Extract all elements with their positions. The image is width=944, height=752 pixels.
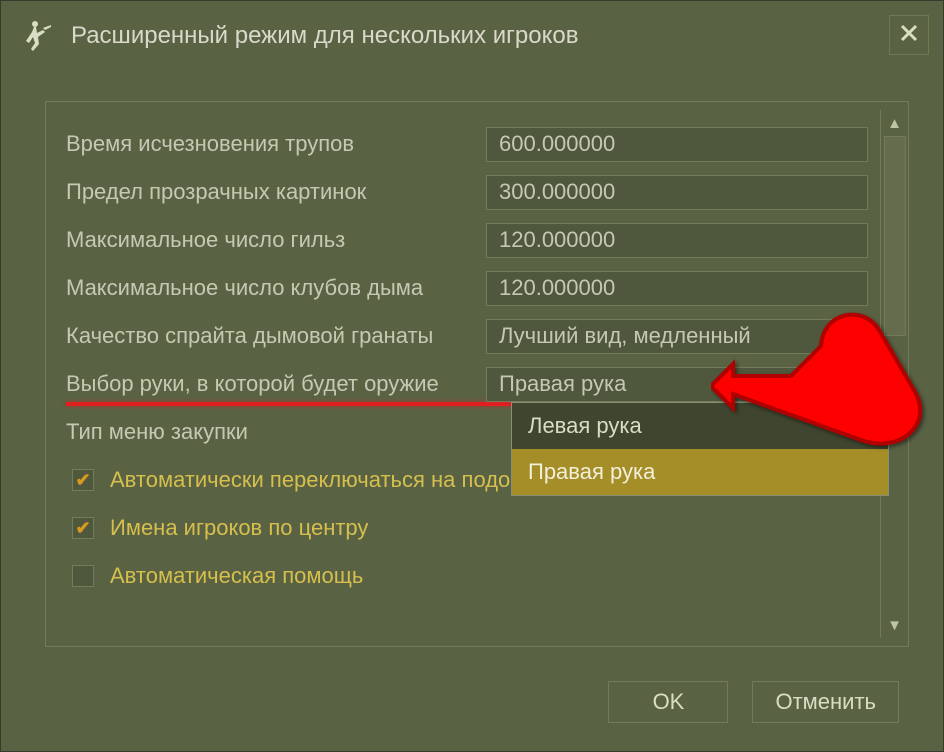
- app-icon: [21, 19, 55, 53]
- option-input[interactable]: 120.000000: [486, 271, 868, 306]
- chevron-down-icon: ▼: [843, 376, 857, 392]
- option-row: Время исчезновения трупов 600.000000: [66, 120, 876, 168]
- option-row: Максимальное число клубов дыма 120.00000…: [66, 264, 876, 312]
- select-value: Правая рука: [499, 371, 626, 397]
- option-select[interactable]: Лучший вид, медленный ▼: [486, 319, 868, 354]
- chevron-up-icon: ▲: [887, 115, 902, 132]
- dropdown-option-right[interactable]: Правая рука: [512, 449, 888, 495]
- titlebar: Расширенный режим для нескольких игроков: [1, 1, 943, 57]
- option-label: Качество спрайта дымовой гранаты: [66, 323, 486, 349]
- scroll-up-button[interactable]: ▲: [881, 110, 908, 136]
- dropdown-option-left[interactable]: Левая рука: [512, 403, 888, 449]
- options-panel: Время исчезновения трупов 600.000000 Пре…: [45, 101, 909, 647]
- select-value: Лучший вид, медленный: [499, 323, 751, 349]
- close-button[interactable]: [889, 15, 929, 55]
- dialog-window: Расширенный режим для нескольких игроков…: [0, 0, 944, 752]
- option-label: Время исчезновения трупов: [66, 131, 486, 157]
- dialog-title: Расширенный режим для нескольких игроков: [71, 22, 578, 50]
- checkbox-label: Автоматическая помощь: [110, 563, 363, 589]
- option-label: Максимальное число гильз: [66, 227, 486, 253]
- cancel-button[interactable]: Отменить: [752, 681, 899, 723]
- scrollbar: ▲ ▼: [880, 110, 908, 638]
- checkbox[interactable]: ✔: [72, 517, 94, 539]
- option-input[interactable]: 300.000000: [486, 175, 868, 210]
- checkbox[interactable]: ✔: [72, 469, 94, 491]
- hand-dropdown: Левая рука Правая рука: [511, 402, 889, 496]
- chevron-down-icon: ▼: [843, 328, 857, 344]
- options-list: Время исчезновения трупов 600.000000 Пре…: [46, 110, 880, 638]
- checkbox-row: ✔ Имена игроков по центру: [66, 508, 876, 548]
- option-row: Максимальное число гильз 120.000000: [66, 216, 876, 264]
- ok-button[interactable]: OK: [608, 681, 728, 723]
- chevron-down-icon: ▼: [887, 617, 902, 634]
- option-input[interactable]: 600.000000: [486, 127, 868, 162]
- dialog-buttons: OK Отменить: [608, 681, 899, 723]
- option-label: Тип меню закупки: [66, 419, 486, 445]
- close-icon: [900, 21, 918, 49]
- checkbox[interactable]: [72, 565, 94, 587]
- scroll-down-button[interactable]: ▼: [881, 612, 908, 638]
- option-label: Выбор руки, в которой будет оружие: [66, 371, 486, 397]
- option-label: Максимальное число клубов дыма: [66, 275, 486, 301]
- checkbox-label: Имена игроков по центру: [110, 515, 368, 541]
- option-row: Предел прозрачных картинок 300.000000: [66, 168, 876, 216]
- hand-select[interactable]: Правая рука ▼: [486, 367, 868, 402]
- scroll-thumb[interactable]: [884, 136, 906, 336]
- option-row-hand: Выбор руки, в которой будет оружие Права…: [66, 360, 876, 408]
- option-row: Качество спрайта дымовой гранаты Лучший …: [66, 312, 876, 360]
- option-label: Предел прозрачных картинок: [66, 179, 486, 205]
- option-input[interactable]: 120.000000: [486, 223, 868, 258]
- checkbox-row: Автоматическая помощь: [66, 556, 876, 596]
